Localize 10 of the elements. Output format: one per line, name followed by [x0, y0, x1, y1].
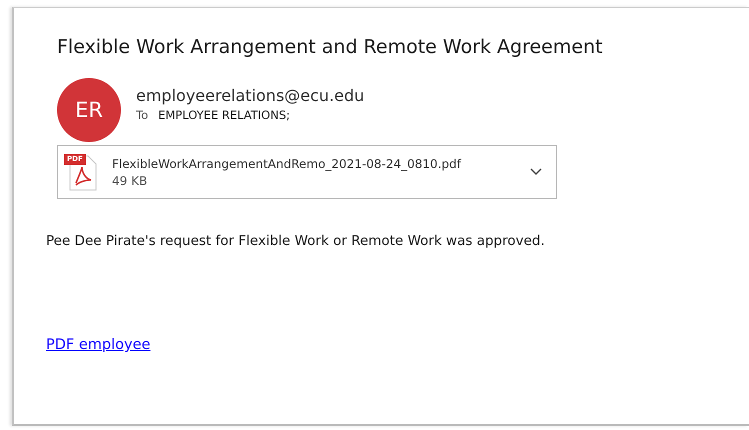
pdf-link[interactable]: PDF employee [46, 337, 150, 353]
chevron-down-icon[interactable] [530, 168, 542, 176]
sender-email: employeerelations@ecu.edu [136, 86, 364, 105]
attachment-name: FlexibleWorkArrangementAndRemo_2021-08-24_0810.pdf [112, 156, 461, 170]
recipient: EMPLOYEE RELATIONS; [158, 108, 290, 122]
message-subject: Flexible Work Arrangement and Remote Work Agreement [57, 36, 603, 58]
sender-avatar: ER [57, 78, 121, 142]
message-body: Pee Dee Pirate's request for Flexible Work or Remote Work was approved. [46, 233, 545, 249]
to-label: To [136, 108, 148, 122]
attachment-size: 49 KB [112, 174, 148, 188]
